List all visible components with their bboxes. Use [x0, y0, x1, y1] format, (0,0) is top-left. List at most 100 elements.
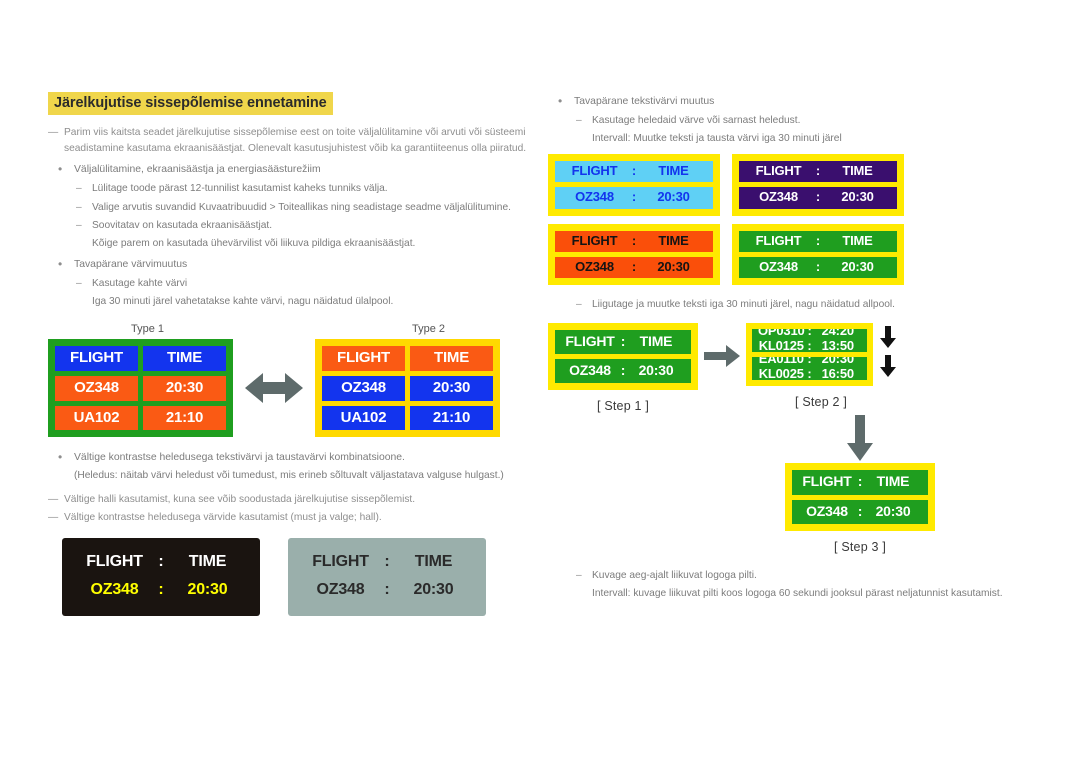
color-board-1-line2-right: 20:30: [841, 189, 874, 205]
color-board-3-line1-left: FLIGHT: [755, 232, 802, 248]
color-board-2-line1: FLIGHT : TIME: [555, 230, 713, 252]
dark-board-line2-left: OZ348: [90, 581, 139, 599]
step3-line2: OZ348 : 20:30: [792, 499, 928, 525]
gray-board-line1-right: TIME: [414, 552, 453, 570]
step3-arrow-wrap: [785, 415, 935, 462]
step1-line2-sep: :: [620, 362, 626, 379]
color-board-dark-purple: FLIGHT : TIME OZ348 : 20:30: [732, 154, 904, 216]
type2-header-time: TIME: [410, 346, 493, 371]
step3-line1: FLIGHT : TIME: [792, 470, 928, 495]
right-sub-item-2: – Liigutage ja muutke teksti iga 30 minu…: [548, 297, 1036, 313]
type1-row1-time: 20:30: [143, 375, 226, 401]
dash-icon: –: [76, 220, 82, 231]
sub-item-1-text: Lülitage toode pärast 12-tunnilist kasut…: [92, 183, 388, 194]
step2-s1r2-sep: :: [807, 337, 812, 352]
color-board-0-line1-right: TIME: [658, 163, 689, 178]
color-board-0-line1-sep: :: [631, 163, 637, 178]
step3-column: FLIGHT : TIME OZ348 : 20:30 [ Step 3 ]: [785, 415, 935, 554]
bullet-power-saving-text: Väljalülitamine, ekraanisäästja ja energ…: [74, 164, 321, 175]
dark-board-line1: FLIGHT : TIME: [68, 551, 254, 573]
step3-line2-right: 20:30: [875, 502, 911, 519]
color-board-1-line1-left: FLIGHT: [755, 163, 802, 178]
bullet-dot-icon: •: [58, 257, 63, 271]
right-sub-item-1-detail: Intervall: Muutke teksti ja tausta värvi…: [592, 132, 842, 144]
step2-strip-1: OP0310 : 24:20 KL0125 : 13:50: [752, 328, 867, 352]
color-board-light-blue: FLIGHT : TIME OZ348 : 20:30: [548, 154, 720, 216]
right-sub-item-3: – Kuvage aeg-ajalt liikuvat logoga pilti…: [548, 568, 1036, 584]
step1-line2: OZ348 : 20:30: [555, 359, 691, 384]
step2-s1r1-sep: :: [807, 328, 812, 338]
step2-s1r2-left: KL0125: [758, 337, 804, 352]
step2-strip2-row1: EA0110 : 20:30: [752, 357, 867, 366]
arrow-down-icon: [880, 354, 896, 377]
steps-section: FLIGHT : TIME OZ348 : 20:30 [ Step 1 ] O…: [548, 322, 1036, 602]
bullet-dot-icon: •: [58, 162, 63, 176]
color-board-2-line2: OZ348 : 20:30: [555, 256, 713, 279]
step2-strip-2: EA0110 : 20:30 KL0025 : 16:50: [752, 356, 867, 380]
page-root: Järelkujutise sissepõlemise ennetamine —…: [0, 0, 1080, 763]
color-board-0-line1: FLIGHT : TIME: [555, 161, 713, 183]
sub-item-3: – Soovitatav on kasutada ekraanisäästjat…: [48, 218, 538, 234]
gray-contrast-board: FLIGHT : TIME OZ348 : 20:30: [288, 537, 486, 616]
step2-s2r1-right: 20:30: [821, 356, 854, 366]
type-boards-row: FLIGHT TIME OZ348 20:30 UA102 21:10 FLIG…: [48, 339, 538, 438]
step1-column: FLIGHT : TIME OZ348 : 20:30 [ Step 1 ]: [548, 322, 698, 414]
step3-line1-right: TIME: [876, 473, 910, 490]
page-title-wrap: Järelkujutise sissepõlemise ennetamine: [48, 92, 538, 115]
bullet-color-change-text: Tavapärane värvimuutus: [74, 259, 188, 270]
color-board-2-line2-right: 20:30: [657, 258, 690, 274]
step2-board: OP0310 : 24:20 KL0125 : 13:50 EA0110: 2…: [746, 322, 873, 386]
right-column: • Tavapärane tekstivärvi muutus – Kasuta…: [548, 94, 1036, 601]
step1-line1-left: FLIGHT: [565, 332, 615, 349]
step3-line2-left: OZ348: [806, 502, 848, 519]
type2-row1-flight: OZ348: [322, 375, 405, 401]
color-board-3-line2: OZ348 : 20:30: [739, 256, 897, 279]
color-board-3-line2-sep: :: [815, 258, 821, 274]
dark-board-line1-right: TIME: [188, 552, 227, 570]
step2-s1r1-left: OP0310: [758, 328, 805, 338]
color-board-3-line1-sep: :: [815, 232, 821, 248]
step1-board: FLIGHT : TIME OZ348 : 20:30: [548, 322, 698, 391]
color-boards-grid: FLIGHT : TIME OZ348 : 20:30 FLIGHT : TIM…: [548, 154, 1036, 286]
intro-note-text: Parim viis kaitsta seadet järelkujutise …: [64, 127, 527, 154]
step1-label: [ Step 1 ]: [596, 399, 650, 414]
bullet-avoid-contrast: • Vältige kontrastse heledusega tekstivä…: [48, 450, 538, 466]
dash-icon: –: [576, 115, 582, 126]
step1-line1: FLIGHT : TIME: [555, 329, 691, 355]
step3-label: [ Step 3 ]: [833, 540, 887, 555]
dash-icon: –: [76, 201, 82, 213]
step2-strip1-row2: KL0125 : 13:50: [752, 338, 867, 352]
right-sub-item-3-text: Kuvage aeg-ajalt liikuvat logoga pilti.: [592, 570, 757, 582]
color-board-0-line1-left: FLIGHT: [571, 163, 618, 178]
color-board-green: FLIGHT : TIME OZ348 : 20:30: [732, 223, 904, 286]
type2-row2-flight: UA102: [322, 405, 405, 431]
step2-s1r1-right: 24:20: [821, 328, 854, 338]
type-boards-section: Type 1 Type 2 FLIGHT TIME OZ348 20:30 UA…: [48, 323, 538, 438]
step2-label: [ Step 2 ]: [794, 394, 848, 409]
intro-note: — Parim viis kaitsta seadet järelkujutis…: [48, 125, 538, 156]
sub-item-3-text: Soovitatav on kasutada ekraanisäästjat.: [92, 220, 273, 231]
color-board-3-line1-right: TIME: [842, 232, 873, 248]
color-board-3-line2-left: OZ348: [759, 258, 798, 274]
note-avoid-gray-text: Vältige halli kasutamist, kuna see võib …: [64, 493, 416, 505]
bullet-text-color-change: • Tavapärane tekstivärvi muutus: [548, 94, 1036, 110]
em-dash-icon: —: [48, 512, 59, 524]
type1-row1-flight: OZ348: [55, 375, 138, 401]
step2-s2r2-right: 16:50: [821, 365, 854, 380]
type1-caption-wrap: Type 1: [48, 323, 247, 335]
color-board-0-line2-left: OZ348: [575, 189, 614, 205]
sub-item-3-detail: Kõige parem on kasutada ühevärvilist või…: [92, 237, 416, 249]
dark-board-line2: OZ348 : 20:30: [68, 579, 254, 601]
step2-s2r1-sep: :: [807, 356, 812, 366]
contrast-boards-row: FLIGHT : TIME OZ348 : 20:30 FLIGHT : TIM…: [62, 537, 538, 616]
type1-header-flight: FLIGHT: [55, 346, 138, 371]
dash-icon: –: [76, 183, 82, 194]
step2-s2r2-sep: :: [807, 365, 812, 380]
color-board-2-line1-right: TIME: [658, 232, 689, 248]
bullet-dot-icon: •: [558, 94, 563, 108]
type2-row2-time: 21:10: [410, 405, 493, 431]
arrow-down-icon: [847, 415, 873, 462]
dark-contrast-board: FLIGHT : TIME OZ348 : 20:30: [62, 537, 260, 616]
gray-board-line2-sep: :: [384, 581, 390, 599]
sub-item-4: – Kasutage kahte värvi: [48, 276, 538, 292]
